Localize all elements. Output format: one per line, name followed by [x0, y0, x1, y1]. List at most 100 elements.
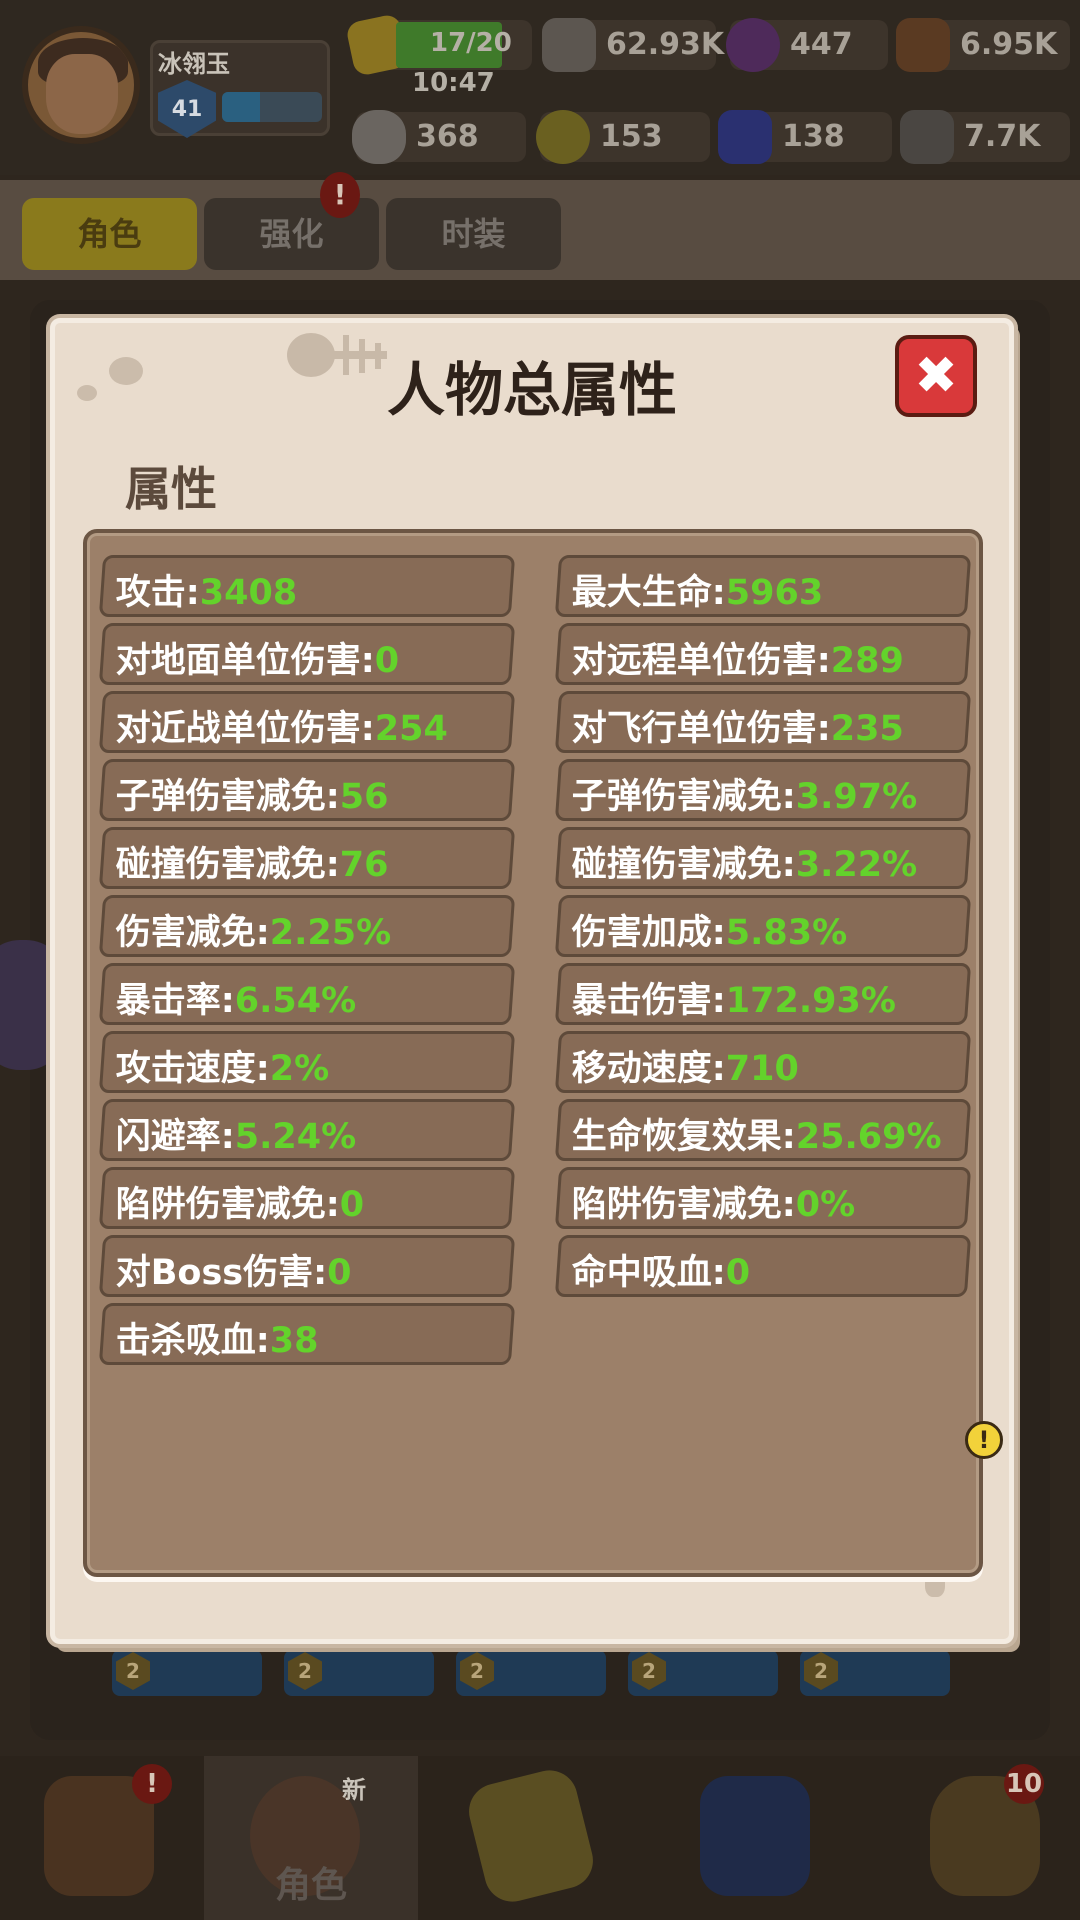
attribute-value: 25.69% — [795, 1117, 942, 1157]
attribute-value: 0 — [327, 1253, 352, 1293]
resource-purple-gem[interactable]: 447 — [726, 18, 888, 72]
attribute-label: 伤害加成: — [571, 913, 726, 953]
attribute-value: 0 — [374, 641, 400, 681]
attribute-text: 生命恢复效果:25.69% — [572, 1108, 942, 1159]
attribute-label: 暴击伤害: — [571, 981, 726, 1021]
attribute-label: 对远程单位伤害: — [571, 641, 831, 681]
resource-stone-coin[interactable]: 62.93K — [542, 18, 724, 72]
attribute-value: 254 — [374, 709, 448, 749]
attribute-row: 子弹伤害减免:3.97% — [554, 759, 972, 821]
attribute-label: 命中吸血: — [571, 1253, 726, 1293]
tab-costume[interactable]: 时装 — [386, 198, 561, 270]
attribute-value: 0 — [725, 1253, 751, 1293]
slot-level: 2 — [116, 1652, 150, 1690]
attribute-label: 攻击速度: — [115, 1049, 270, 1089]
equipment-slot[interactable]: 2 — [112, 1650, 262, 1696]
attribute-row: 陷阱伤害减免:0% — [554, 1167, 972, 1229]
attribute-row: 碰撞伤害减免:76 — [98, 827, 516, 889]
attribute-text: 对Boss伤害:0 — [116, 1244, 352, 1295]
player-avatar[interactable] — [22, 26, 140, 144]
equipment-slot[interactable]: 2 — [284, 1650, 434, 1696]
attribute-label: 子弹伤害减免: — [571, 777, 796, 817]
nav-shop[interactable]: 10 — [900, 1756, 1070, 1920]
purple-gem-icon — [726, 18, 780, 72]
bag-count-badge: 10 — [1004, 1764, 1044, 1804]
attribute-label: 对地面单位伤害: — [115, 641, 375, 681]
modal-title: 人物总属性 — [386, 356, 677, 424]
close-icon: ✖ — [914, 346, 958, 406]
slot-level: 2 — [804, 1652, 838, 1690]
slot-level: 2 — [632, 1652, 666, 1690]
attribute-value: 76 — [339, 845, 389, 885]
nav-pet[interactable] — [670, 1756, 840, 1920]
attribute-row: 攻击:3408 — [98, 555, 516, 617]
attribute-row: 伤害加成:5.83% — [554, 895, 972, 957]
nav-map[interactable] — [446, 1756, 616, 1920]
attribute-label: 子弹伤害减免: — [115, 777, 340, 817]
attribute-text: 碰撞伤害减免:76 — [116, 836, 389, 887]
equipment-slot[interactable]: 2 — [628, 1650, 778, 1696]
attribute-label: 最大生命: — [571, 573, 726, 613]
slot-level: 2 — [288, 1652, 322, 1690]
attribute-text: 暴击伤害:172.93% — [572, 972, 896, 1023]
warning-icon[interactable]: ! — [965, 1421, 1003, 1459]
attribute-value: 56 — [339, 777, 389, 817]
attribute-row: 对飞行单位伤害:235 — [554, 691, 972, 753]
attribute-row: 生命恢复效果:25.69% — [554, 1099, 972, 1161]
map-book-icon — [463, 1764, 599, 1908]
attribute-row: 攻击速度:2% — [98, 1031, 516, 1093]
attribute-value: 172.93% — [725, 981, 896, 1021]
attribute-text: 对地面单位伤害:0 — [116, 632, 399, 683]
resource-crystal[interactable]: 138 — [718, 110, 892, 164]
energy-value: 17/20 — [430, 28, 512, 58]
attribute-value: 0% — [795, 1185, 856, 1225]
attribute-value: 2% — [269, 1049, 330, 1089]
crystal-icon — [718, 110, 772, 164]
resource-iron-ore[interactable]: 7.7K — [900, 110, 1070, 164]
attribute-text: 对飞行单位伤害:235 — [572, 700, 904, 751]
resource-value: 368 — [416, 119, 479, 154]
resource-value: 153 — [600, 119, 663, 154]
attribute-value: 5.24% — [234, 1117, 357, 1157]
attribute-text: 攻击:3408 — [116, 564, 297, 615]
attribute-row: 对地面单位伤害:0 — [98, 623, 516, 685]
attribute-value: 2.25% — [269, 913, 392, 953]
resource-wood[interactable]: 6.95K — [896, 18, 1070, 72]
resource-value: 447 — [790, 27, 853, 62]
attribute-value: 5963 — [725, 573, 824, 613]
alert-badge: ! — [132, 1764, 172, 1804]
nav-weapon[interactable]: ! — [14, 1756, 184, 1920]
close-button[interactable]: ✖ — [895, 335, 977, 417]
attribute-text: 攻击速度:2% — [116, 1040, 329, 1091]
tab-character[interactable]: 角色 — [22, 198, 197, 270]
section-label: 属性 — [125, 462, 217, 516]
attribute-value: 289 — [830, 641, 904, 681]
attribute-text: 闪避率:5.24% — [116, 1108, 356, 1159]
equipment-slot[interactable]: 2 — [800, 1650, 950, 1696]
attribute-value: 6.54% — [234, 981, 357, 1021]
attribute-value: 0 — [339, 1185, 365, 1225]
attribute-row: 碰撞伤害减免:3.22% — [554, 827, 972, 889]
slot-level: 2 — [460, 1652, 494, 1690]
attribute-row: 移动速度:710 — [554, 1031, 972, 1093]
equipment-slot[interactable]: 2 — [456, 1650, 606, 1696]
attribute-text: 命中吸血:0 — [572, 1244, 750, 1295]
attribute-text: 碰撞伤害减免:3.22% — [572, 836, 917, 887]
resource-egg[interactable]: 153 — [536, 110, 710, 164]
attribute-row: 对Boss伤害:0 — [98, 1235, 516, 1297]
attribute-row: 击杀吸血:38 — [98, 1303, 516, 1365]
nav-character[interactable]: 新 角色 — [204, 1756, 418, 1920]
attribute-row: 暴击率:6.54% — [98, 963, 516, 1025]
attribute-row: 暴击伤害:172.93% — [554, 963, 972, 1025]
attribute-value: 710 — [725, 1049, 799, 1089]
resource-bone[interactable]: 368 — [352, 110, 526, 164]
attribute-text: 伤害加成:5.83% — [572, 904, 847, 955]
resource-value: 62.93K — [606, 27, 725, 62]
attribute-row: 对远程单位伤害:289 — [554, 623, 972, 685]
attribute-text: 子弹伤害减免:3.97% — [572, 768, 917, 819]
iron-ore-icon — [900, 110, 954, 164]
attribute-text: 陷阱伤害减免:0 — [116, 1176, 364, 1227]
new-badge: 新 — [342, 1776, 366, 1804]
attribute-row: 对近战单位伤害:254 — [98, 691, 516, 753]
attribute-label: 暴击率: — [115, 981, 235, 1021]
